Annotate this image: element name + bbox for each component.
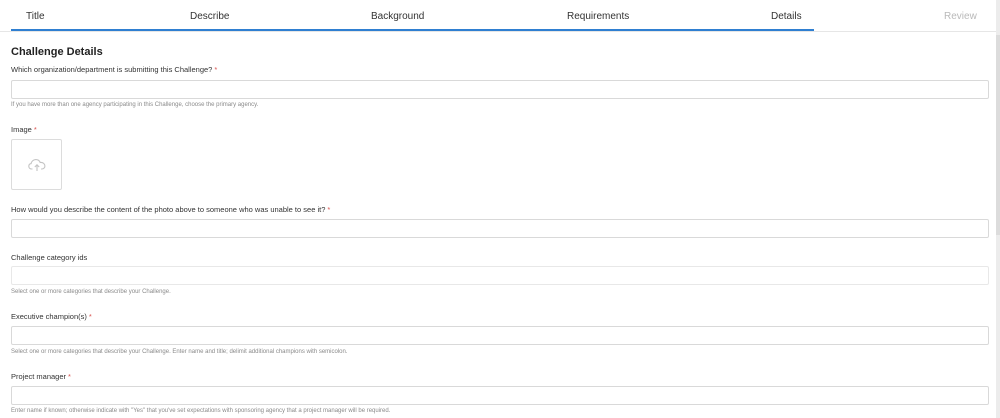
scrollbar-thumb[interactable] [996, 35, 1000, 235]
alt-text-label: How would you describe the content of th… [11, 205, 331, 214]
tab-review[interactable]: Review [944, 11, 977, 22]
upload-cloud-icon [27, 158, 45, 171]
section-title: Challenge Details [11, 46, 103, 58]
project-manager-input[interactable] [11, 386, 989, 405]
required-marker: * [68, 372, 71, 381]
executive-champion-help: Select one or more categories that descr… [11, 349, 348, 355]
organization-select[interactable] [11, 80, 989, 99]
executive-champion-input[interactable] [11, 326, 989, 345]
alt-text-input[interactable] [11, 219, 989, 238]
image-label: Image * [11, 125, 37, 134]
tab-details[interactable]: Details [771, 11, 802, 22]
organization-label: Which organization/department is submitt… [11, 65, 218, 74]
tab-requirements[interactable]: Requirements [567, 11, 629, 22]
category-select[interactable] [11, 266, 989, 285]
required-marker: * [33, 125, 37, 134]
step-tabs: Title Describe Background Requirements D… [0, 0, 1000, 32]
executive-champion-label: Executive champion(s) * [11, 312, 92, 321]
category-help: Select one or more categories that descr… [11, 289, 171, 295]
tab-background[interactable]: Background [371, 11, 424, 22]
image-upload-button[interactable] [11, 139, 62, 190]
tabs-progress-bar [11, 29, 814, 31]
project-manager-help: Enter name if known; otherwise indicate … [11, 408, 391, 414]
required-marker: * [327, 205, 331, 214]
required-marker: * [88, 312, 92, 321]
organization-help: If you have more than one agency partici… [11, 102, 259, 108]
category-label: Challenge category ids [11, 253, 88, 262]
required-marker: * [214, 65, 218, 74]
tab-title[interactable]: Title [26, 11, 45, 22]
tab-describe[interactable]: Describe [190, 11, 229, 22]
project-manager-label: Project manager * [11, 372, 71, 381]
